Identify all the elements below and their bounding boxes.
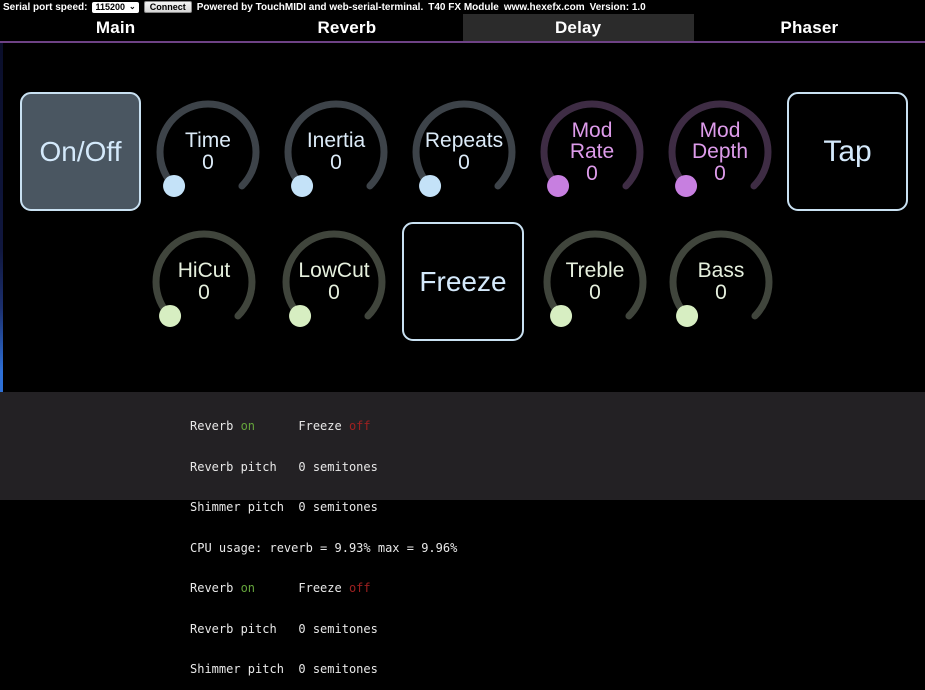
knob-value: 0 [714, 161, 726, 185]
serial-terminal-output[interactable]: Reverb on Freeze off Reverb pitch 0 semi… [0, 392, 925, 676]
serial-speed-label: Serial port speed: [3, 1, 88, 13]
knob-value: 0 [715, 281, 727, 304]
terminal-line: CPU usage: reverb = 9.93% max = 9.96% [190, 540, 925, 556]
knob-mod-rate[interactable]: Mod Rate 0 [534, 94, 650, 210]
knob-label: Repeats [424, 129, 504, 153]
terminal-text-segment: Shimmer pitch 0 semitones [190, 662, 378, 676]
knob-label: Bass [697, 259, 745, 283]
knob-caption: Bass 0 [663, 224, 779, 340]
terminal-line: Reverb pitch 0 semitones [190, 459, 925, 475]
terminal-text-segment: Reverb pitch 0 semitones [190, 459, 378, 474]
delay-onoff-button[interactable]: On/Off [20, 92, 141, 211]
tab-bar: Main Reverb Delay Phaser [0, 14, 925, 41]
knob-label: Time [185, 129, 231, 153]
knob-label: Treble [565, 259, 625, 283]
terminal-text-segment: CPU usage: reverb = 9.93% max = 9.96% [190, 540, 458, 555]
status-on-badge: on [240, 419, 256, 433]
knob-treble[interactable]: Treble 0 [537, 224, 653, 340]
powered-by-text: Powered by TouchMIDI and web-serial-term… [196, 1, 424, 13]
knob-label: Mod Rate [569, 118, 615, 164]
knob-bass[interactable]: Bass 0 [663, 224, 779, 340]
site-url: www.hexefx.com [503, 1, 585, 13]
knob-label: HiCut [177, 259, 231, 283]
knob-inertia[interactable]: Inertia 0 [278, 94, 394, 210]
connect-button[interactable]: Connect [143, 1, 192, 13]
terminal-line: Reverb on Freeze off [190, 419, 925, 434]
knob-caption: Time 0 [150, 94, 266, 210]
knob-value: 0 [328, 281, 340, 304]
chevron-down-icon: ⌄ [129, 2, 136, 11]
knob-label: Mod Depth [691, 118, 749, 164]
terminal-text-segment: Reverb pitch 0 semitones [190, 621, 378, 636]
terminal-text-segment: Freeze [255, 581, 349, 595]
knob-caption: Mod Depth 0 [662, 94, 778, 210]
knob-caption: HiCut 0 [146, 224, 262, 340]
serial-speed-value: 115200 [95, 2, 126, 12]
knob-label: Inertia [306, 129, 366, 153]
status-on-badge: on [240, 581, 256, 595]
terminal-text-segment: Shimmer pitch 0 semitones [190, 500, 378, 514]
module-name: T40 FX Module [428, 1, 499, 13]
terminal-line: Reverb on Freeze off [190, 581, 925, 596]
serial-speed-select[interactable]: 115200 ⌄ [92, 1, 139, 13]
status-off-badge: off [348, 581, 371, 595]
tab-phaser[interactable]: Phaser [694, 14, 925, 41]
terminal-text-segment: Reverb [190, 419, 241, 433]
terminal-text-segment: Reverb [190, 581, 241, 595]
knob-repeats[interactable]: Repeats 0 [406, 94, 522, 210]
knob-caption: LowCut 0 [276, 224, 392, 340]
knob-lowcut[interactable]: LowCut 0 [276, 224, 392, 340]
status-off-badge: off [348, 419, 371, 433]
knob-value: 0 [589, 281, 601, 304]
tab-main[interactable]: Main [0, 14, 231, 41]
knob-value: 0 [330, 151, 342, 174]
terminal-line: Shimmer pitch 0 semitones [190, 500, 925, 515]
knob-value: 0 [202, 151, 214, 174]
freeze-button[interactable]: Freeze [402, 222, 524, 341]
terminal-line: Shimmer pitch 0 semitones [190, 662, 925, 677]
knob-value: 0 [458, 151, 470, 174]
terminal-line: Reverb pitch 0 semitones [190, 621, 925, 637]
version-text: Version: 1.0 [589, 1, 646, 13]
tab-reverb[interactable]: Reverb [231, 14, 462, 41]
knob-value: 0 [198, 281, 210, 304]
knob-caption: Mod Rate 0 [534, 94, 650, 210]
knob-caption: Repeats 0 [406, 94, 522, 210]
knob-mod-depth[interactable]: Mod Depth 0 [662, 94, 778, 210]
knob-time[interactable]: Time 0 [150, 94, 266, 210]
tab-delay[interactable]: Delay [462, 14, 694, 41]
knob-hicut[interactable]: HiCut 0 [146, 224, 262, 340]
serial-toolbar: Serial port speed: 115200 ⌄ Connect Powe… [0, 0, 925, 14]
tab-underline-divider [0, 41, 925, 43]
terminal-text-segment: Freeze [255, 419, 349, 433]
knob-caption: Treble 0 [537, 224, 653, 340]
knob-value: 0 [586, 161, 598, 185]
tap-tempo-button[interactable]: Tap [787, 92, 908, 211]
knob-caption: Inertia 0 [278, 94, 394, 210]
knob-label: LowCut [298, 259, 370, 283]
